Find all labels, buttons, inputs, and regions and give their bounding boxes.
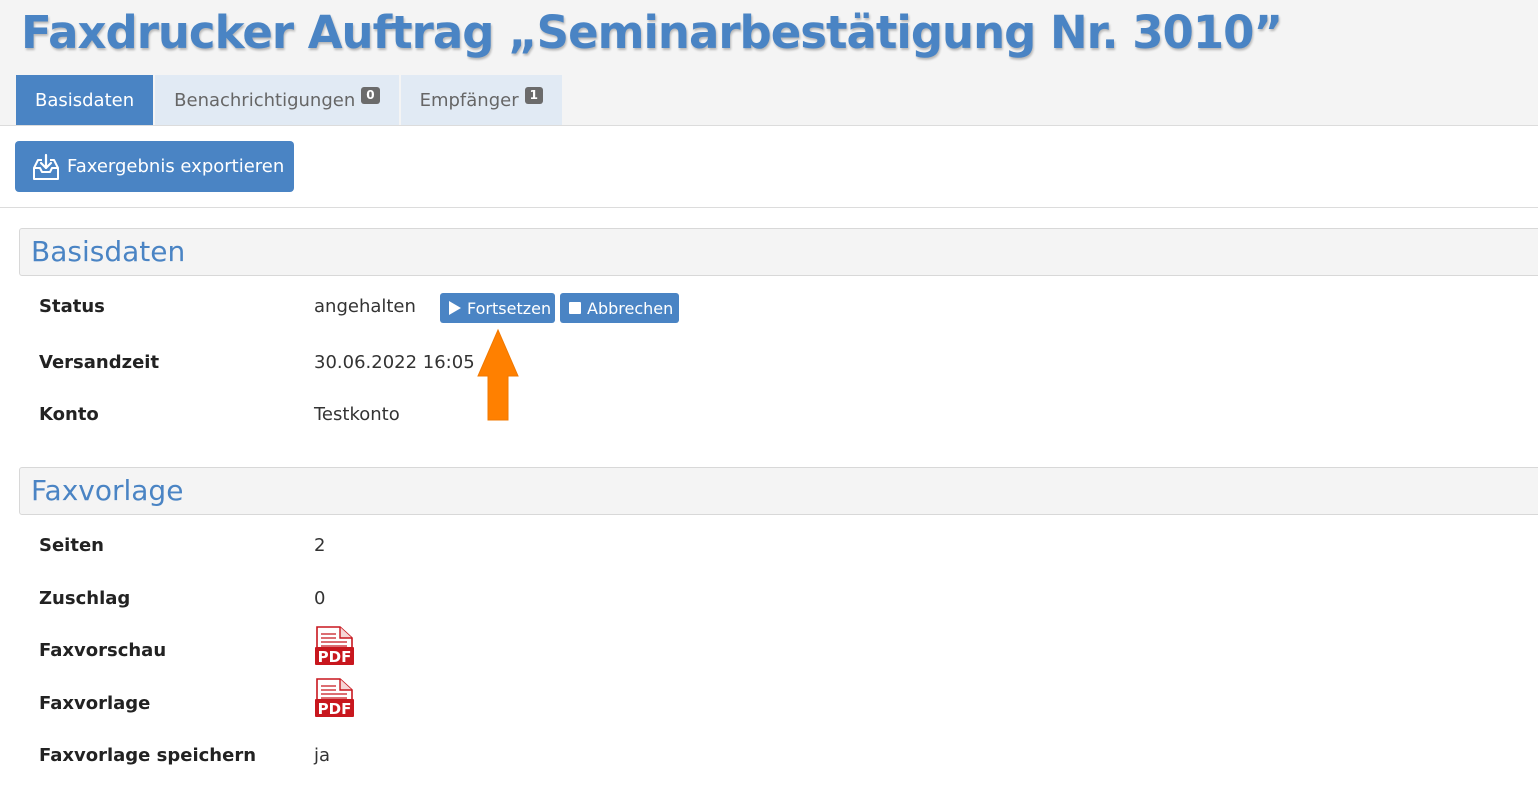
account-label: Konto bbox=[39, 404, 99, 425]
download-tray-icon bbox=[31, 153, 61, 181]
pages-label: Seiten bbox=[39, 535, 104, 556]
notification-count-badge: 0 bbox=[361, 86, 380, 104]
pdf-file-icon[interactable]: PDF bbox=[314, 626, 356, 670]
pdf-file-icon[interactable]: PDF bbox=[314, 678, 356, 722]
export-result-button[interactable]: Faxergebnis exportieren bbox=[15, 141, 294, 192]
section-title: Basisdaten bbox=[31, 235, 186, 268]
stop-icon bbox=[568, 301, 582, 315]
status-label: Status bbox=[39, 296, 105, 317]
cancel-button[interactable]: Abbrechen bbox=[560, 293, 679, 323]
tab-empfaenger[interactable]: Empfänger 1 bbox=[400, 75, 562, 125]
section-header-basisdaten: Basisdaten bbox=[19, 228, 1538, 276]
svg-text:PDF: PDF bbox=[318, 700, 352, 718]
resume-button[interactable]: Fortsetzen bbox=[440, 293, 555, 323]
page-header: Faxdrucker Auftrag „Seminarbestätigung N… bbox=[0, 0, 1538, 126]
page-title: Faxdrucker Auftrag „Seminarbestätigung N… bbox=[21, 6, 1283, 59]
cancel-button-label: Abbrechen bbox=[587, 298, 674, 318]
tab-label: Benachrichtigungen bbox=[174, 89, 356, 111]
section-title: Faxvorlage bbox=[31, 474, 184, 507]
play-icon bbox=[448, 300, 462, 316]
resume-button-label: Fortsetzen bbox=[467, 298, 552, 318]
save-template-value: ja bbox=[314, 745, 331, 766]
sendtime-label: Versandzeit bbox=[39, 352, 160, 373]
surcharge-value: 0 bbox=[314, 588, 326, 609]
save-template-label: Faxvorlage speichern bbox=[39, 745, 257, 766]
status-value: angehalten bbox=[314, 296, 416, 317]
pages-value: 2 bbox=[314, 535, 326, 556]
export-button-label: Faxergebnis exportieren bbox=[67, 156, 285, 177]
tab-label: Basisdaten bbox=[35, 89, 135, 111]
tab-benachrichtigungen[interactable]: Benachrichtigungen 0 bbox=[155, 75, 399, 125]
sendtime-value: 30.06.2022 16:05 bbox=[314, 352, 475, 373]
annotation-arrow-icon bbox=[476, 328, 520, 426]
surcharge-label: Zuschlag bbox=[39, 588, 131, 609]
tab-bar: Basisdaten Benachrichtigungen 0 Empfänge… bbox=[16, 75, 564, 125]
toolbar: Faxergebnis exportieren bbox=[0, 126, 1538, 208]
template-label: Faxvorlage bbox=[39, 693, 151, 714]
tab-basisdaten[interactable]: Basisdaten bbox=[16, 75, 154, 125]
account-value: Testkonto bbox=[314, 404, 400, 425]
tab-label: Empfänger bbox=[419, 89, 519, 111]
preview-label: Faxvorschau bbox=[39, 640, 167, 661]
recipient-count-badge: 1 bbox=[524, 86, 543, 104]
svg-text:PDF: PDF bbox=[318, 648, 352, 666]
section-header-faxvorlage: Faxvorlage bbox=[19, 467, 1538, 515]
